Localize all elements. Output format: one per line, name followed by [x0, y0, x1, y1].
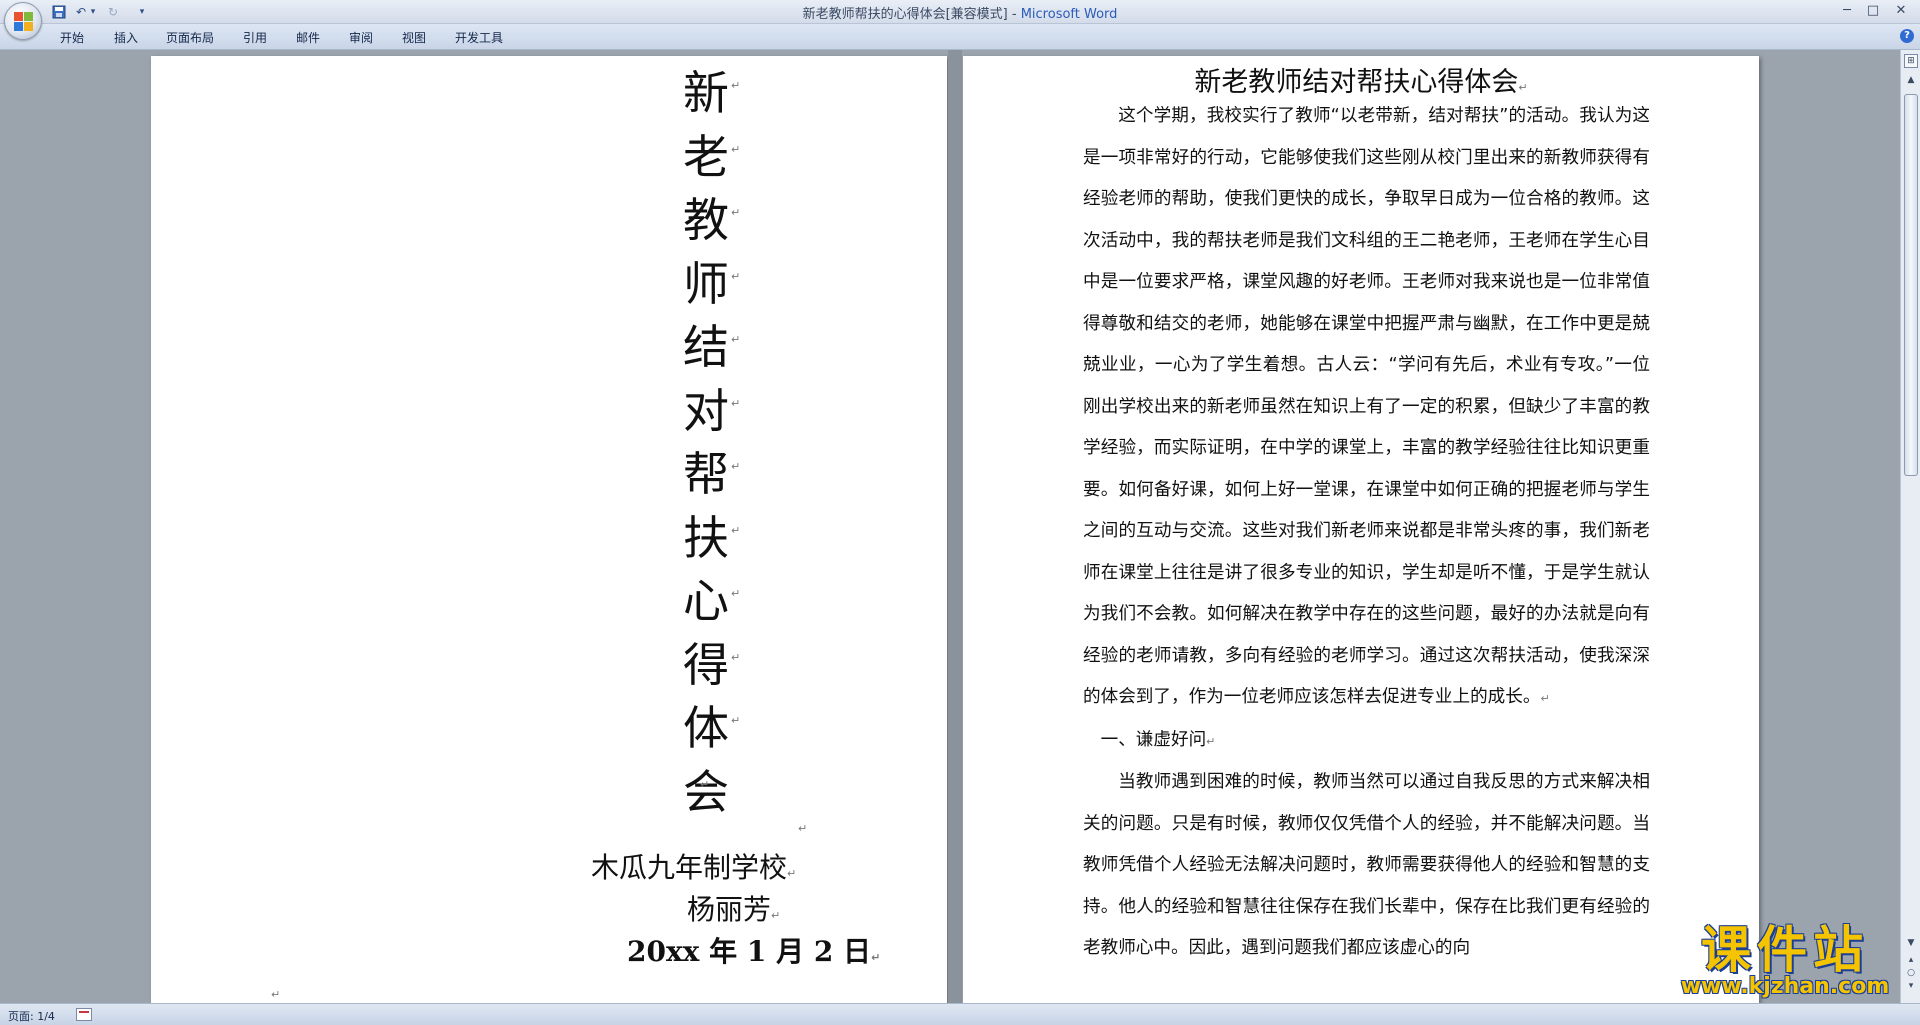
vertical-scrollbar[interactable]: ⊞ ▲ ▼ ▴ ○ ▾ [1900, 50, 1920, 1003]
paragraph-mark: ↵ [798, 822, 808, 835]
paragraph-mark: ↵ [731, 714, 741, 727]
title-separator: - [1007, 7, 1021, 22]
cover-title-char: 会 [683, 764, 729, 819]
cover-title-char: 帮 ↵ [683, 443, 753, 507]
cover-title-char: 结 ↵ [683, 316, 753, 380]
tab-review[interactable]: 审阅 [349, 29, 373, 46]
cover-vertical-title: 新 ↵ 老 ↵ 教 ↵ 师 ↵ 结 ↵ 对 ↵ 帮 ↵ 扶 ↵ 心 ↵ 得 ↵ 体 ↵ 会 [683, 62, 753, 824]
paragraph-mark: ↵ [1518, 81, 1528, 94]
help-icon[interactable]: ? [1900, 29, 1914, 43]
cover-author: 杨丽芳↵ [687, 893, 781, 926]
page-gap [948, 50, 962, 1003]
status-bar: 页面: 1/4 [0, 1003, 1920, 1025]
paragraph-mark: ↵ [871, 951, 881, 964]
tab-developer[interactable]: 开发工具 [455, 29, 503, 46]
app-name: Microsoft Word [1020, 7, 1118, 22]
proofing-icon[interactable] [76, 1008, 92, 1021]
window-title: 新老教师帮扶的心得体会[兼容模式] - Microsoft Word [0, 3, 1920, 22]
cover-title-char: 扶 ↵ [683, 507, 753, 571]
paragraph-mark: ↵ [1540, 692, 1550, 705]
scrollbar-thumb[interactable] [1904, 94, 1918, 476]
close-button[interactable]: ✕ [1890, 2, 1912, 20]
office-logo-icon [14, 12, 34, 32]
cover-title-char: 心 ↵ [683, 570, 753, 634]
watermark-url: www.kjzhan.com [1680, 974, 1890, 999]
watermark-main: 课件站 [1701, 921, 1869, 979]
cover-title-char: 教 ↵ [683, 189, 753, 253]
article-title: 新老教师结对帮扶心得体会↵ [1194, 67, 1528, 98]
paragraph-mark: ↵ [771, 909, 781, 922]
cover-title-char: 新 ↵ [683, 62, 753, 126]
cover-title-char: 对 ↵ [683, 380, 753, 444]
document-workspace: 新 ↵ 老 ↵ 教 ↵ 师 ↵ 结 ↵ 对 ↵ 帮 ↵ 扶 ↵ 心 ↵ 得 ↵ 体 ↵ 会 ↵ ↵ 木… [0, 50, 1900, 1003]
cover-school: 木瓜九年制学校↵ [591, 851, 797, 884]
paragraph-mark: ↵ [731, 396, 741, 410]
office-button[interactable] [4, 2, 42, 40]
minimize-button[interactable]: ─ [1836, 2, 1858, 20]
paragraph-mark: ↵ [731, 269, 741, 283]
cover-title-char: 师 ↵ [683, 253, 753, 317]
tab-insert[interactable]: 插入 [114, 29, 138, 46]
cover-title-char: 老 ↵ [683, 126, 753, 190]
paragraph-mark: ↵ [700, 778, 710, 791]
paragraph-mark: ↵ [731, 79, 741, 92]
scroll-down-icon[interactable]: ▼ [1901, 935, 1920, 951]
site-watermark: 课件站 www.kjzhan.com [1668, 922, 1902, 1000]
paragraph-mark: ↵ [731, 460, 741, 473]
title-bar: ↶ ▾ ↻ ▾ 新老教师帮扶的心得体会[兼容模式] - Microsoft Wo… [0, 0, 1920, 24]
ruler-toggle-icon[interactable]: ⊞ [1904, 54, 1918, 68]
cover-page[interactable]: 新 ↵ 老 ↵ 教 ↵ 师 ↵ 结 ↵ 对 ↵ 帮 ↵ 扶 ↵ 心 ↵ 得 ↵ 体 ↵ 会 ↵ ↵ 木… [151, 56, 947, 1003]
tab-mailings[interactable]: 邮件 [296, 29, 320, 46]
article-page[interactable]: 新老教师结对帮扶心得体会↵ 这个学期，我校实行了教师“以老带新，结对帮扶”的活动… [963, 56, 1759, 1003]
maximize-button[interactable]: □ [1862, 2, 1884, 20]
cover-date: 20xx 年 1 月 2 日↵ [627, 935, 881, 968]
next-page-icon[interactable]: ▾ [1906, 981, 1916, 991]
paragraph-mark: ↵ [1206, 734, 1216, 748]
select-browse-object-icon[interactable]: ○ [1906, 968, 1916, 978]
document-name: 新老教师帮扶的心得体会 [802, 7, 946, 22]
article-paragraph: 这个学期，我校实行了教师“以老带新，结对帮扶”的活动。我认为这是一项非常好的行动… [1083, 106, 1650, 707]
scroll-up-icon[interactable]: ▲ [1901, 72, 1920, 88]
paragraph-mark: ↵ [731, 206, 741, 219]
paragraph-mark: ↵ [731, 587, 741, 600]
paragraph-mark: ↵ [731, 142, 741, 156]
article-paragraph: 当教师遇到困难的时候，教师当然可以通过自我反思的方式来解决相关的问题。只是有时候… [1083, 772, 1650, 958]
ribbon-tabs: 开始 插入 页面布局 引用 邮件 审阅 视图 开发工具 ? [0, 24, 1920, 50]
paragraph-mark: ↵ [731, 523, 741, 537]
article-heading: 一、谦虚好问↵ [1100, 729, 1216, 750]
cover-title-char: 得 ↵ [683, 634, 753, 698]
previous-page-icon[interactable]: ▴ [1906, 955, 1916, 965]
paragraph-mark: ↵ [787, 867, 797, 880]
paragraph-mark: ↵ [731, 650, 741, 664]
tab-view[interactable]: 视图 [402, 29, 426, 46]
paragraph-mark: ↵ [731, 333, 741, 346]
status-page-count[interactable]: 页面: 1/4 [8, 1008, 55, 1024]
compat-mode: [兼容模式] [945, 7, 1008, 22]
tab-page-layout[interactable]: 页面布局 [166, 29, 214, 46]
article-body: 这个学期，我校实行了教师“以老带新，结对帮扶”的活动。我认为这是一项非常好的行动… [1083, 96, 1650, 970]
tab-references[interactable]: 引用 [243, 29, 267, 46]
paragraph-mark: ↵ [271, 988, 281, 1001]
cover-title-char: 体 ↵ [683, 697, 753, 761]
tab-home[interactable]: 开始 [60, 29, 84, 46]
